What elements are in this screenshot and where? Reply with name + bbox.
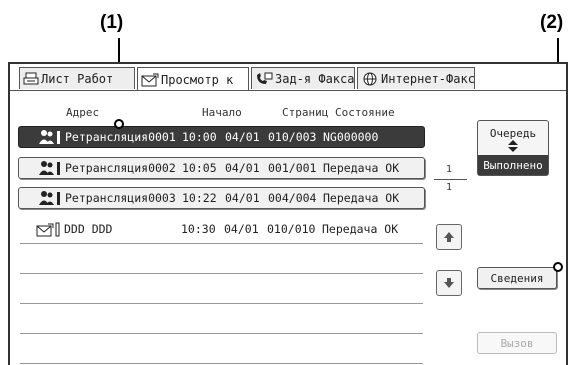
email-send-icon	[36, 222, 60, 237]
job-pages: 001/001	[268, 161, 317, 175]
callout-1-marker	[114, 119, 124, 129]
page-total: 1	[446, 182, 453, 193]
job-date: 04/01	[224, 222, 259, 236]
printer-icon	[23, 72, 39, 84]
col-status-header: Состояние	[335, 106, 395, 119]
job-name: Ретрансляция0001	[65, 130, 176, 144]
relay-broadcast-icon	[39, 130, 60, 144]
row-divider	[20, 333, 423, 334]
call-button[interactable]: Вызов	[477, 332, 557, 354]
relay-broadcast-icon	[39, 161, 60, 175]
job-date: 04/01	[225, 161, 260, 175]
completed-label: Выполнено	[478, 155, 548, 175]
job-row[interactable]: Ретрансляция0002 10:05 04/01 001/001 Пер…	[18, 157, 425, 179]
arrow-up-icon	[444, 232, 454, 242]
relay-broadcast-icon	[39, 191, 60, 205]
tab-review-label: Просмотр к	[161, 72, 234, 87]
callout-2: (2)	[540, 12, 564, 33]
tab-fax-jobs[interactable]: Зад-я Факса	[251, 67, 355, 89]
scroll-up-button[interactable]	[436, 224, 462, 250]
job-start-time: 10:22	[182, 191, 217, 205]
col-start-header: Начало	[202, 106, 242, 119]
row-divider	[20, 273, 423, 274]
tab-review[interactable]: Просмотр к	[137, 67, 249, 91]
fax-phone-icon	[257, 72, 273, 84]
job-status-panel: Лист Работ Просмотр к Зад-я Факса Интерн…	[8, 62, 568, 365]
job-status: NG000000	[323, 130, 379, 144]
tab-job-list-label: Лист Работ	[41, 71, 114, 86]
callout-1: (1)	[100, 12, 124, 33]
job-status: Передача OK	[323, 161, 400, 175]
row-divider	[20, 243, 423, 244]
arrow-down-icon	[444, 278, 454, 288]
job-status: Передача OK	[323, 191, 400, 205]
job-row[interactable]: Ретрансляция0001 10:00 04/01 010/003 NG0…	[18, 126, 425, 148]
page-separator	[434, 179, 467, 180]
job-status: Передача OK	[322, 222, 399, 236]
tab-internet-fax[interactable]: Интернет-Факс	[357, 67, 475, 89]
job-name: Ретрансляция0003	[65, 191, 176, 205]
job-name: Ретрансляция0002	[65, 161, 176, 175]
col-pages-header: Страниц	[282, 106, 329, 119]
row-divider	[20, 363, 423, 364]
col-address-header: Адрес	[66, 106, 100, 119]
job-start-time: 10:00	[182, 130, 217, 144]
job-name: DDD DDD	[64, 222, 113, 236]
tab-job-list[interactable]: Лист Работ	[19, 67, 135, 89]
job-date: 04/01	[225, 130, 260, 144]
page-current: 1	[446, 164, 453, 175]
job-start-time: 10:05	[182, 161, 217, 175]
tab-internet-fax-label: Интернет-Факс	[381, 71, 475, 86]
row-divider	[20, 303, 423, 304]
job-start-time: 10:30	[181, 222, 216, 236]
job-row[interactable]: DDD DDD 10:30 04/01 010/010 Передача OK	[18, 218, 425, 240]
envelope-icon	[141, 73, 159, 86]
callout-2-marker	[553, 262, 563, 272]
globe-phone-icon	[363, 72, 377, 85]
details-button[interactable]: Сведения	[477, 267, 557, 289]
job-date: 04/01	[225, 191, 260, 205]
tab-bar: Лист Работ Просмотр к Зад-я Факса Интерн…	[19, 67, 477, 91]
up-down-arrow-icon	[508, 139, 518, 152]
job-row[interactable]: Ретрансляция0003 10:22 04/01 004/004 Пер…	[18, 187, 425, 209]
queue-label: Очередь	[489, 126, 537, 140]
queue-completed-toggle[interactable]: Очередь Выполнено	[477, 120, 549, 176]
tab-divider	[10, 90, 566, 91]
job-pages: 010/010	[267, 222, 316, 236]
job-pages: 004/004	[268, 191, 317, 205]
tab-fax-jobs-label: Зад-я Факса	[275, 71, 355, 86]
scroll-down-button[interactable]	[436, 270, 462, 296]
job-pages: 010/003	[268, 130, 317, 144]
